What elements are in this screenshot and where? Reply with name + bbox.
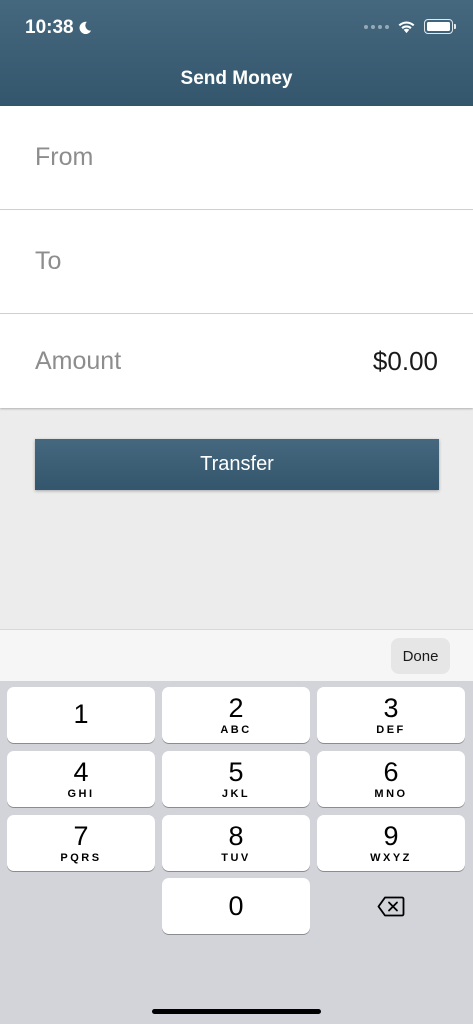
numeric-keypad: 1 2 ABC 3 DEF 4 GHI 5 JKL 6 MNO 7 PQRS 8… (0, 681, 473, 1024)
key-2[interactable]: 2 ABC (162, 687, 310, 743)
backspace-key[interactable] (317, 878, 465, 934)
key-1[interactable]: 1 (7, 687, 155, 743)
key-letters: JKL (221, 788, 251, 800)
key-3[interactable]: 3 DEF (317, 687, 465, 743)
amount-value[interactable]: $0.00 (373, 346, 438, 377)
key-digit: 8 (228, 821, 244, 851)
key-digit: 1 (73, 699, 89, 729)
app-header: 10:38 Send Money (0, 0, 473, 106)
key-digit: 3 (383, 693, 399, 723)
transfer-button[interactable]: Transfer (35, 439, 439, 490)
to-label: To (35, 247, 62, 275)
key-letters: GHI (67, 788, 95, 800)
moon-icon (79, 21, 91, 35)
key-letters: DEF (376, 724, 406, 736)
transfer-form: From To Amount $0.00 (0, 106, 473, 408)
key-digit: 0 (228, 891, 244, 921)
from-label: From (35, 143, 94, 171)
to-field[interactable]: To (0, 210, 473, 314)
home-indicator[interactable] (152, 1009, 321, 1014)
key-5[interactable]: 5 JKL (162, 751, 310, 807)
done-button[interactable]: Done (391, 638, 450, 674)
from-field[interactable]: From (0, 106, 473, 210)
key-digit: 2 (228, 693, 244, 723)
page-title: Send Money (180, 68, 293, 89)
status-bar-time: 10:38 (25, 17, 92, 39)
key-digit: 5 (228, 757, 244, 787)
amount-label: Amount (35, 346, 122, 375)
key-8[interactable]: 8 TUV (162, 815, 310, 871)
key-letters: WXYZ (370, 852, 412, 864)
battery-icon (424, 19, 456, 34)
key-digit: 7 (73, 821, 89, 851)
key-4[interactable]: 4 GHI (7, 751, 155, 807)
backspace-icon (377, 896, 405, 916)
amount-field[interactable]: Amount $0.00 (0, 314, 473, 408)
key-7[interactable]: 7 PQRS (7, 815, 155, 871)
key-6[interactable]: 6 MNO (317, 751, 465, 807)
key-letters: MNO (374, 788, 408, 800)
key-digit: 4 (73, 757, 89, 787)
key-letters: ABC (220, 724, 252, 736)
status-time-text: 10:38 (25, 17, 74, 38)
key-letters: PQRS (60, 852, 102, 864)
wifi-icon (398, 21, 415, 33)
keyboard-accessory-bar: Done (0, 629, 473, 681)
key-digit: 6 (383, 757, 399, 787)
key-digit: 9 (383, 821, 399, 851)
key-0[interactable]: 0 (162, 878, 310, 934)
signal-icon (364, 24, 389, 29)
key-9[interactable]: 9 WXYZ (317, 815, 465, 871)
status-bar-indicators (364, 19, 456, 34)
key-letters: TUV (221, 852, 251, 864)
